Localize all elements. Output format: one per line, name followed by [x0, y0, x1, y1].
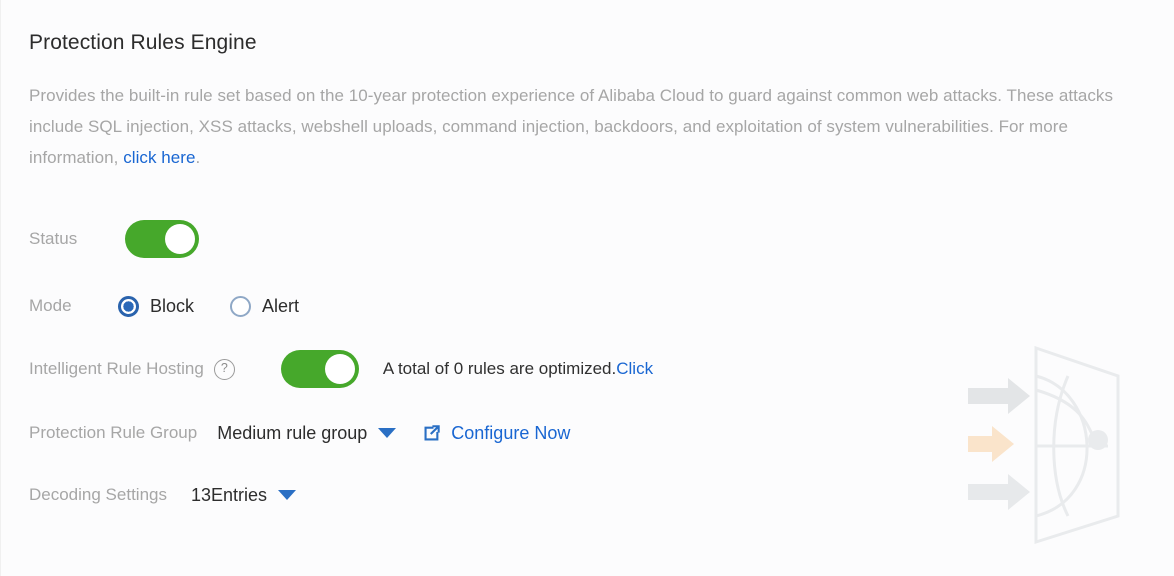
configure-now-label: Configure Now [451, 423, 571, 443]
settings-form: Status Mode Block Alert Intelligent Rule… [29, 219, 1146, 515]
row-intelligent-rule-hosting: Intelligent Rule Hosting ? A total of 0 … [29, 349, 1146, 389]
mode-radio-group: Block Alert [118, 295, 299, 317]
protection-rule-group-label: Protection Rule Group [29, 423, 198, 442]
protection-rule-group-value[interactable]: Medium rule group [217, 422, 367, 444]
intelligent-rule-hosting-toggle-knob [324, 354, 355, 384]
panel-description: Provides the built-in rule set based on … [29, 80, 1137, 173]
question-mark-circle-icon[interactable]: ? [213, 358, 235, 380]
row-decoding-settings: Decoding Settings 13Entries [29, 475, 1146, 515]
radio-dot-selected-icon [118, 295, 139, 317]
decoding-settings-value[interactable]: 13Entries [191, 484, 267, 506]
decoding-settings-label: Decoding Settings [29, 485, 167, 504]
status-toggle[interactable] [125, 220, 199, 258]
hosting-note: A total of 0 rules are optimized.Click [383, 358, 653, 380]
row-status: Status [29, 219, 1146, 259]
radio-option-alert[interactable]: Alert [230, 295, 299, 317]
page-title: Protection Rules Engine [29, 31, 257, 54]
hosting-note-text: A total of 0 rules are optimized. [382, 359, 617, 378]
hosting-click-link[interactable]: Click [616, 359, 653, 378]
description-text-part2: . [195, 148, 201, 167]
status-label: Status [29, 229, 78, 248]
radio-dot-unselected-icon [230, 295, 252, 317]
chevron-down-icon-rule-group[interactable] [378, 428, 397, 438]
protection-rules-engine-panel: Protection Rules Engine Provides the bui… [0, 0, 1174, 576]
status-toggle-knob [165, 224, 195, 254]
intelligent-rule-hosting-toggle[interactable] [280, 350, 359, 388]
row-mode: Mode Block Alert [29, 286, 1146, 326]
chevron-down-icon-decoding[interactable] [278, 490, 297, 500]
radio-label-block: Block [150, 296, 195, 316]
radio-option-block[interactable]: Block [118, 295, 194, 317]
configure-now-link[interactable]: Configure Now [422, 422, 570, 444]
external-link-icon [422, 423, 442, 443]
mode-label: Mode [29, 296, 72, 315]
row-protection-rule-group: Protection Rule Group Medium rule group … [29, 413, 1146, 453]
panel-content: Protection Rules Engine Provides the bui… [1, 0, 1174, 515]
click-here-link[interactable]: click here [123, 148, 195, 167]
intelligent-rule-hosting-label: Intelligent Rule Hosting [29, 359, 204, 378]
radio-label-alert: Alert [262, 296, 300, 316]
